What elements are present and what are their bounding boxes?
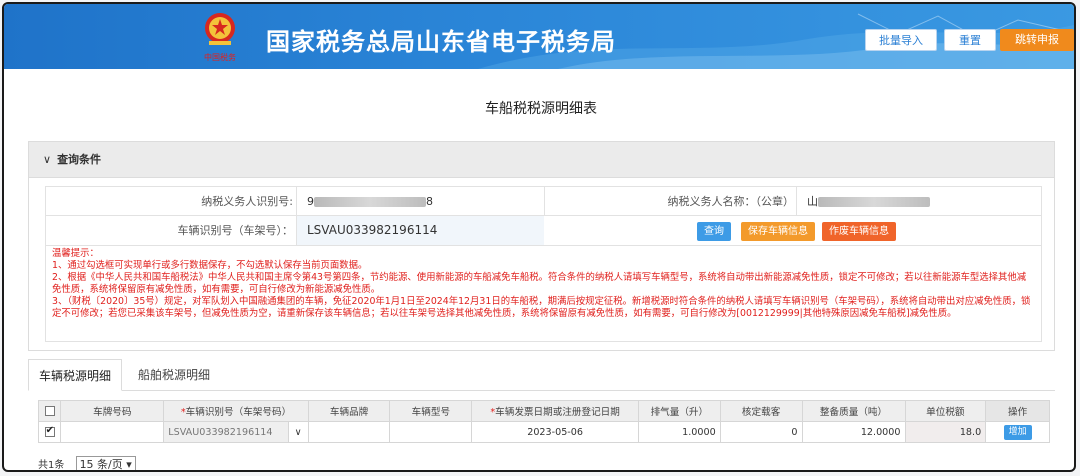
col-model: 车辆型号 xyxy=(389,400,473,422)
tab-bar: 车辆税源明细 船舶税源明细 xyxy=(28,359,1055,391)
mass-input[interactable]: 12.0000 xyxy=(801,421,906,443)
col-ops: 操作 xyxy=(985,400,1050,422)
query-row-vin: 车辆识别号（车架号）： LSVAU033982196114 查询 保存车辆信息 … xyxy=(45,216,1042,246)
taxpayer-name-label: 纳税义务人名称：（公章） xyxy=(544,187,794,216)
tab-vehicle[interactable]: 车辆税源明细 xyxy=(28,359,123,391)
plate-input[interactable] xyxy=(60,421,165,443)
chevron-down-icon[interactable]: ▾ xyxy=(126,458,132,470)
redacted-blur xyxy=(818,197,930,207)
select-all-checkbox[interactable] xyxy=(44,405,55,416)
query-panel: ∨ 查询条件 纳税义务人识别号: 98 纳税义务人名称：（公章） 山 车辆识别号（… xyxy=(28,141,1055,351)
tips-box: 温馨提示： 1、通过勾选框可实现单行或多行数据保存，不勾选默认保存当前页面数据。… xyxy=(45,246,1042,342)
seats-input[interactable]: 0 xyxy=(719,421,803,443)
page-size-select[interactable]: 15 条/页 ▾ xyxy=(75,456,136,471)
table-row: LSVAU033982196114 ∨ 2023-05-06 1.0000 0 … xyxy=(37,421,1050,443)
tips-line-3: 3、（财税〔2020〕35号）规定，对军队划入中国融通集团的车辆，免征2020年… xyxy=(52,296,1031,319)
taxpayer-id-label: 纳税义务人识别号: xyxy=(201,195,293,208)
app-window: 中国税务 国家税务总局山东省电子税务局 批量导入 重置 跳转申报 车船税税源明细… xyxy=(2,2,1076,472)
tips-line-2: 2、根据《中华人民共和国车船税法》中华人民共和国主席令第43号第四条，节约能源、… xyxy=(52,272,1027,295)
query-panel-header[interactable]: ∨ 查询条件 xyxy=(29,142,1054,178)
row-select-cell[interactable] xyxy=(37,421,62,443)
tips-heading: 温馨提示： xyxy=(52,248,99,259)
model-input[interactable] xyxy=(389,421,473,443)
query-section-label: 查询条件 xyxy=(57,153,102,166)
save-vehicle-button[interactable]: 保存车辆信息 xyxy=(741,222,815,241)
vehicle-table: 车牌号码 *车辆识别号（车架号码） 车辆品牌 车辆型号 *车辆发票日期或注册登记… xyxy=(37,400,1050,443)
col-plate: 车牌号码 xyxy=(60,400,165,422)
taxpayer-id-field: 98 xyxy=(296,187,544,216)
displacement-input[interactable]: 1.0000 xyxy=(637,421,721,443)
chevron-down-icon[interactable]: ∨ xyxy=(295,427,302,438)
vin-cell-input[interactable]: LSVAU033982196114 xyxy=(163,421,289,443)
void-vehicle-button[interactable]: 作废车辆信息 xyxy=(822,222,896,241)
taxpayer-name-field: 山 xyxy=(796,187,1041,216)
vin-input[interactable]: LSVAU033982196114 xyxy=(296,216,544,245)
page-size-value: 15 条/页 xyxy=(79,458,123,471)
row-checkbox[interactable] xyxy=(44,425,55,437)
batch-import-button[interactable]: 批量导入 xyxy=(865,29,937,51)
query-row-taxpayer: 纳税义务人识别号: 98 纳税义务人名称：（公章） 山 xyxy=(45,186,1042,216)
site-title: 国家税务总局山东省电子税务局 xyxy=(266,28,616,56)
tips-line-1: 1、通过勾选框可实现单行或多行数据保存，不勾选默认保存当前页面数据。 xyxy=(52,260,368,271)
header-bar: 中国税务 国家税务总局山东省电子税务局 批量导入 重置 跳转申报 xyxy=(4,4,1074,69)
col-displacement: 排气量（升） xyxy=(637,400,721,422)
col-vin: *车辆识别号（车架号码） xyxy=(163,400,309,422)
query-form: 纳税义务人识别号: 98 纳税义务人名称：（公章） 山 车辆识别号（车架号）： … xyxy=(45,186,1042,246)
total-count: 共1条 xyxy=(38,460,65,471)
add-row-button[interactable]: 增加 xyxy=(1003,424,1032,440)
query-button[interactable]: 查询 xyxy=(697,222,731,241)
date-input[interactable]: 2023-05-06 xyxy=(471,421,639,443)
chevron-down-icon[interactable]: ∨ xyxy=(43,142,51,178)
reset-button[interactable]: 重置 xyxy=(944,29,996,51)
col-mass: 整备质量（吨） xyxy=(801,400,906,422)
taxpayer-id-suffix: 8 xyxy=(426,195,433,208)
page-title: 车船税税源明细表 xyxy=(485,101,597,117)
emblem-caption: 中国税务 xyxy=(204,52,236,62)
brand-input[interactable] xyxy=(307,421,391,443)
tax-emblem-icon: 中国税务 xyxy=(204,13,236,62)
col-brand: 车辆品牌 xyxy=(307,400,391,422)
col-unit-tax: 单位税额 xyxy=(904,400,987,422)
col-vin-label: 车辆识别号（车架号码） xyxy=(185,407,292,418)
col-date-label: 车辆发票日期或注册登记日期 xyxy=(495,407,620,418)
unit-tax-value: 18.0 xyxy=(904,421,987,443)
taxpayer-id-prefix: 9 xyxy=(307,195,314,208)
ops-cell: 增加 xyxy=(985,421,1050,443)
table-header-row: 车牌号码 *车辆识别号（车架号码） 车辆品牌 车辆型号 *车辆发票日期或注册登记… xyxy=(37,400,1050,422)
jump-to-declaration-button[interactable]: 跳转申报 xyxy=(1000,29,1074,51)
select-all-cell[interactable] xyxy=(37,400,62,422)
vin-dropdown[interactable]: ∨ xyxy=(287,421,309,443)
taxpayer-name-prefix: 山 xyxy=(807,195,818,208)
redacted-blur xyxy=(314,197,426,207)
pagination: 共1条 15 条/页 ▾ xyxy=(38,456,136,471)
tab-vessel[interactable]: 船舶税源明细 xyxy=(128,359,220,391)
vin-label: 车辆识别号（车架号）： xyxy=(177,224,294,237)
col-date: *车辆发票日期或注册登记日期 xyxy=(471,400,639,422)
col-seats: 核定载客 xyxy=(719,400,803,422)
